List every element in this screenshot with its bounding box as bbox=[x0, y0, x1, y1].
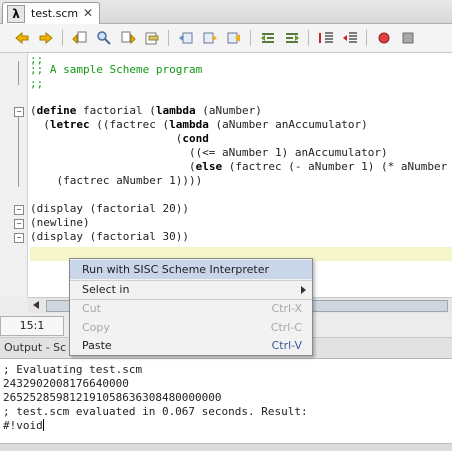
code-line: (else (factrec (- aNumber 1) (* aNumber bbox=[30, 160, 448, 173]
output-line: ; Evaluating test.scm bbox=[3, 363, 143, 376]
output-line: 2432902008176640000 bbox=[3, 377, 129, 390]
lambda-file-icon: λ bbox=[7, 4, 25, 23]
tab-test-scm[interactable]: λ test.scm ✕ bbox=[2, 2, 100, 24]
find-next-icon[interactable] bbox=[120, 30, 136, 46]
context-menu: Run with SISC Scheme Interpreter Select … bbox=[69, 258, 313, 356]
code-line: (cond bbox=[30, 132, 209, 145]
menu-item-label: Select in bbox=[82, 283, 130, 296]
toolbar-separator bbox=[366, 30, 367, 46]
menu-item-label: Cut bbox=[82, 302, 101, 315]
output-line-last: #!void bbox=[3, 419, 44, 433]
fold-toggle-icon[interactable]: − bbox=[14, 205, 24, 215]
code-line: ;; A sample Scheme program bbox=[30, 63, 203, 76]
tab-title: test.scm bbox=[31, 7, 79, 20]
code-line: ((<= aNumber 1) anAccumulator) bbox=[30, 146, 388, 159]
editor-toolbar bbox=[0, 24, 452, 53]
shift-right-icon[interactable] bbox=[284, 30, 300, 46]
fold-guide bbox=[18, 117, 19, 187]
keyword-token: lambda bbox=[155, 104, 196, 117]
forward-icon[interactable] bbox=[38, 30, 54, 46]
caret-position: 15:1 bbox=[0, 316, 64, 336]
output-line: 265252859812191058636308480000000 bbox=[3, 391, 222, 404]
scroll-left-icon[interactable] bbox=[30, 299, 43, 311]
fold-toggle-icon[interactable]: − bbox=[14, 219, 24, 229]
output-console[interactable]: ; Evaluating test.scm 243290200817664000… bbox=[0, 359, 452, 443]
uncomment-icon[interactable] bbox=[342, 30, 358, 46]
shift-left-icon[interactable] bbox=[260, 30, 276, 46]
find-icon[interactable] bbox=[96, 30, 112, 46]
submenu-arrow-icon bbox=[301, 286, 306, 294]
text-caret bbox=[42, 419, 44, 431]
toolbar-separator bbox=[250, 30, 251, 46]
menu-item-paste[interactable]: Paste Ctrl-V bbox=[70, 336, 312, 355]
menu-item-label: Run with SISC Scheme Interpreter bbox=[82, 263, 270, 276]
menu-item-label: Copy bbox=[82, 321, 110, 334]
toolbar-separator bbox=[168, 30, 169, 46]
editor-tab-bar: λ test.scm ✕ bbox=[0, 0, 452, 24]
comment-icon[interactable] bbox=[318, 30, 334, 46]
toolbar-separator bbox=[308, 30, 309, 46]
code-line: (display (factorial 20)) bbox=[30, 202, 189, 215]
output-line: ; test.scm evaluated in 0.067 seconds. R… bbox=[3, 405, 308, 418]
fold-toggle-icon[interactable]: − bbox=[14, 233, 24, 243]
fold-guide bbox=[18, 61, 19, 85]
code-line: (factrec aNumber 1)))) bbox=[30, 174, 203, 187]
code-line: (display (factorial 30)) bbox=[30, 230, 189, 243]
stop-macro-icon[interactable] bbox=[400, 30, 416, 46]
menu-item-label: Paste bbox=[82, 339, 112, 352]
toolbar-separator bbox=[62, 30, 63, 46]
keyword-token: letrec bbox=[49, 118, 90, 131]
find-selection-icon[interactable] bbox=[144, 30, 160, 46]
find-previous-icon[interactable] bbox=[72, 30, 88, 46]
toggle-bookmark-icon[interactable] bbox=[226, 30, 242, 46]
keyword-token: else bbox=[195, 160, 223, 173]
menu-item-cut[interactable]: Cut Ctrl-X bbox=[70, 299, 312, 318]
menu-item-copy[interactable]: Copy Ctrl-C bbox=[70, 318, 312, 337]
prev-bookmark-icon[interactable] bbox=[178, 30, 194, 46]
back-icon[interactable] bbox=[14, 30, 30, 46]
output-window-title[interactable]: Output - Sc bbox=[4, 341, 66, 354]
code-line: (newline) bbox=[30, 216, 90, 229]
menu-item-shortcut: Ctrl-V bbox=[271, 339, 302, 352]
menu-item-shortcut: Ctrl-X bbox=[271, 302, 302, 315]
code-line: (letrec ((factrec (lambda (aNumber anAcc… bbox=[30, 118, 368, 131]
fold-toggle-icon[interactable]: − bbox=[14, 107, 24, 117]
code-line: ;; bbox=[30, 77, 44, 90]
editor-gutter bbox=[0, 53, 28, 297]
menu-item-select-in[interactable]: Select in bbox=[70, 280, 312, 299]
menu-item-run-sisc[interactable]: Run with SISC Scheme Interpreter bbox=[70, 260, 312, 279]
close-tab-icon[interactable]: ✕ bbox=[83, 6, 93, 20]
record-macro-icon[interactable] bbox=[376, 30, 392, 46]
keyword-token: cond bbox=[182, 132, 209, 145]
keyword-token: define bbox=[36, 104, 77, 117]
output-line-text: #!void bbox=[3, 419, 43, 432]
next-bookmark-icon[interactable] bbox=[202, 30, 218, 46]
keyword-token: lambda bbox=[169, 118, 209, 131]
code-line: (define factorial (lambda (aNumber) bbox=[30, 104, 262, 117]
menu-item-shortcut: Ctrl-C bbox=[270, 321, 302, 334]
